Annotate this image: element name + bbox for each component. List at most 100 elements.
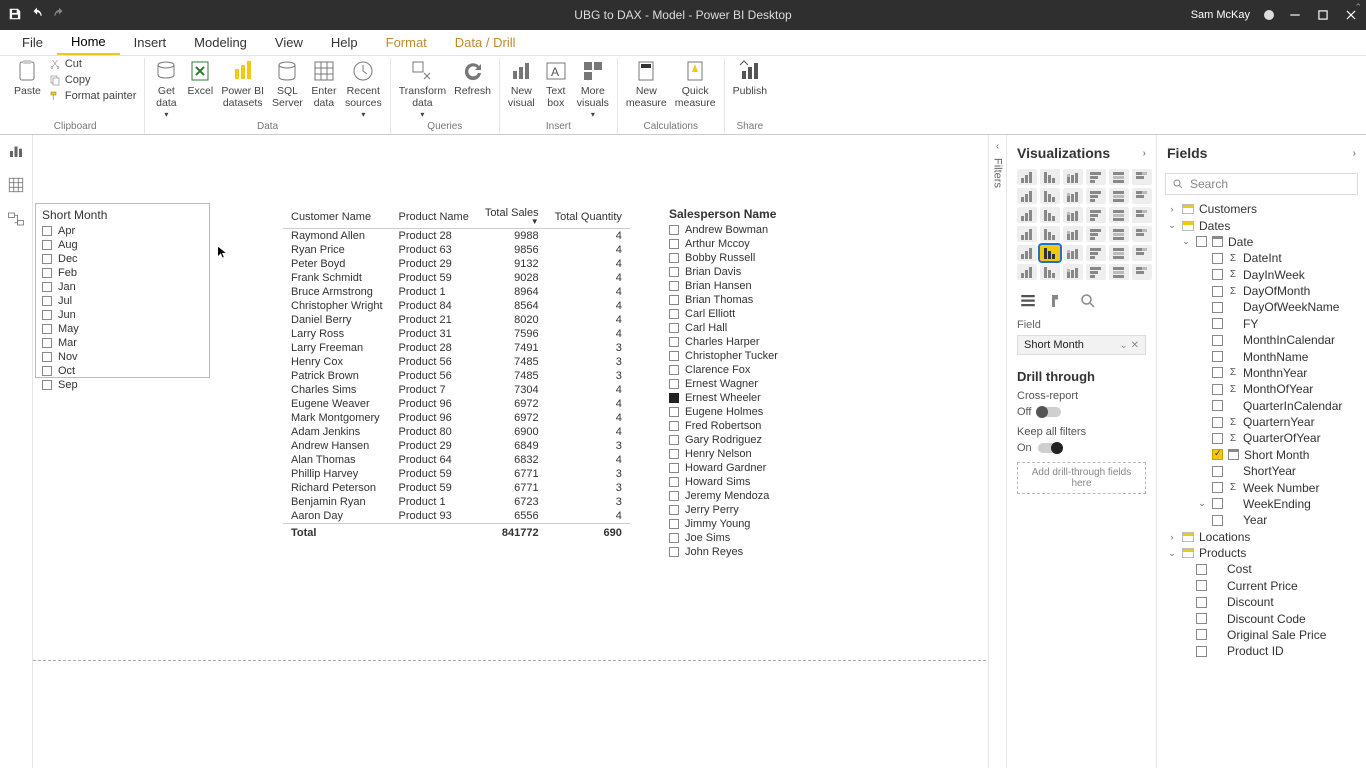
cross-report-toggle[interactable]: Off (1017, 406, 1146, 418)
field-column[interactable]: Cost (1163, 561, 1366, 577)
salesperson-option[interactable]: Ernest Wheeler (669, 391, 837, 405)
field-column[interactable]: ΣWeek Number (1163, 479, 1366, 495)
salesperson-option[interactable]: Joe Sims (669, 531, 837, 545)
salesperson-option[interactable]: Christopher Tucker (669, 349, 837, 363)
table-row[interactable]: Larry RossProduct 3175964 (283, 327, 630, 341)
collapse-ribbon-icon[interactable]: ⌃ (1354, 2, 1362, 13)
get-data-button[interactable]: Get data▾ (153, 58, 179, 120)
table-row[interactable]: Ryan PriceProduct 6398564 (283, 243, 630, 257)
salesperson-option[interactable]: Ernest Wagner (669, 377, 837, 391)
remove-field-icon[interactable]: ✕ (1131, 340, 1139, 351)
month-option[interactable]: Sep (42, 378, 203, 392)
viz-type-icon[interactable] (1040, 264, 1060, 280)
text-box-button[interactable]: AText box (543, 58, 569, 109)
paste-button[interactable]: Paste (14, 58, 41, 98)
field-table[interactable]: ⌄Dates (1163, 217, 1366, 233)
field-table[interactable]: ›Customers (1163, 201, 1366, 217)
field-column[interactable]: ΣMonthOfYear (1163, 381, 1366, 397)
enter-data-button[interactable]: Enter data (311, 58, 337, 109)
fields-tab-icon[interactable] (1019, 292, 1037, 313)
viz-type-icon[interactable] (1132, 207, 1152, 223)
salesperson-option[interactable]: Carl Hall (669, 321, 837, 335)
field-table[interactable]: ›Locations (1163, 529, 1366, 545)
month-option[interactable]: Jun (42, 308, 203, 322)
month-option[interactable]: Oct (42, 364, 203, 378)
salesperson-option[interactable]: Clarence Fox (669, 363, 837, 377)
table-row[interactable]: Adam JenkinsProduct 8069004 (283, 425, 630, 439)
viz-type-icon[interactable] (1063, 169, 1083, 185)
viz-type-icon[interactable] (1086, 264, 1106, 280)
chevron-right-icon[interactable]: › (1353, 148, 1356, 159)
cut-button[interactable]: Cut (49, 58, 137, 70)
field-column[interactable]: ΣDateInt (1163, 250, 1366, 266)
table-row[interactable]: Bruce ArmstrongProduct 189644 (283, 285, 630, 299)
avatar[interactable] (1264, 10, 1274, 20)
table-row[interactable]: Phillip HarveyProduct 5967713 (283, 467, 630, 481)
viz-type-icon[interactable] (1109, 188, 1129, 204)
format-tab-icon[interactable] (1049, 292, 1067, 313)
month-option[interactable]: Dec (42, 252, 203, 266)
field-column[interactable]: Current Price (1163, 578, 1366, 594)
table-row[interactable]: Peter BoydProduct 2991324 (283, 257, 630, 271)
salesperson-option[interactable]: Gary Rodriguez (669, 433, 837, 447)
viz-type-icon[interactable] (1063, 226, 1083, 242)
viz-type-icon[interactable] (1109, 207, 1129, 223)
model-view-icon[interactable] (6, 209, 26, 229)
more-visuals-button[interactable]: More visuals▾ (577, 58, 609, 120)
field-column[interactable]: ΣQuarternYear (1163, 414, 1366, 430)
tab-insert[interactable]: Insert (120, 30, 181, 55)
month-option[interactable]: Feb (42, 266, 203, 280)
minimize-icon[interactable] (1288, 8, 1302, 22)
salesperson-option[interactable]: Henry Nelson (669, 447, 837, 461)
viz-type-icon[interactable] (1132, 226, 1152, 242)
table-row[interactable]: Patrick BrownProduct 5674853 (283, 369, 630, 383)
viz-type-icon[interactable] (1086, 169, 1106, 185)
publish-button[interactable]: Publish (733, 58, 767, 98)
viz-type-icon[interactable] (1086, 188, 1106, 204)
field-well[interactable]: Short Month ⌄ ✕ (1017, 335, 1146, 355)
table-row[interactable]: Henry CoxProduct 5674853 (283, 355, 630, 369)
salesperson-option[interactable]: Charles Harper (669, 335, 837, 349)
field-column[interactable]: ΣDayOfMonth (1163, 283, 1366, 299)
table-row[interactable]: Frank SchmidtProduct 5990284 (283, 271, 630, 285)
viz-type-icon[interactable] (1040, 245, 1060, 261)
field-column[interactable]: Discount (1163, 594, 1366, 610)
sales-table[interactable]: Customer Name Product Name Total Sales▼ … (283, 205, 608, 540)
tab-modeling[interactable]: Modeling (180, 30, 261, 55)
col-sales[interactable]: Total Sales▼ (477, 205, 547, 229)
recent-sources-button[interactable]: Recent sources▾ (345, 58, 382, 120)
viz-type-icon[interactable] (1132, 188, 1152, 204)
field-column[interactable]: ⌄WeekEnding (1163, 496, 1366, 512)
save-icon[interactable] (8, 7, 22, 24)
month-option[interactable]: Aug (42, 238, 203, 252)
salesperson-option[interactable]: Jerry Perry (669, 503, 837, 517)
report-canvas[interactable]: Short Month AprAugDecFebJanJulJunMayMarN… (33, 135, 1006, 768)
col-qty[interactable]: Total Quantity (547, 205, 630, 229)
report-view-icon[interactable] (6, 141, 26, 161)
col-product[interactable]: Product Name (391, 205, 477, 229)
copy-button[interactable]: Copy (49, 74, 137, 86)
filters-rail[interactable]: ‹ Filters (988, 135, 1006, 768)
viz-type-icon[interactable] (1040, 169, 1060, 185)
field-column[interactable]: MonthInCalendar (1163, 332, 1366, 348)
month-slicer[interactable]: Short Month AprAugDecFebJanJulJunMayMarN… (35, 203, 210, 378)
field-column[interactable]: Discount Code (1163, 610, 1366, 626)
field-column[interactable]: FY (1163, 316, 1366, 332)
salesperson-option[interactable]: Eugene Holmes (669, 405, 837, 419)
field-column[interactable]: ShortYear (1163, 463, 1366, 479)
viz-type-icon[interactable] (1040, 207, 1060, 223)
chevron-right-icon[interactable]: › (1143, 148, 1146, 159)
field-column[interactable]: MonthName (1163, 348, 1366, 364)
field-column[interactable]: Year (1163, 512, 1366, 528)
viz-type-icon[interactable] (1017, 245, 1037, 261)
table-row[interactable]: Andrew HansenProduct 2968493 (283, 439, 630, 453)
salesperson-option[interactable]: John Reyes (669, 545, 837, 559)
viz-type-icon[interactable] (1040, 188, 1060, 204)
sql-server-button[interactable]: SQL Server (272, 58, 303, 109)
drill-drop-area[interactable]: Add drill-through fields here (1017, 462, 1146, 494)
table-row[interactable]: Larry FreemanProduct 2874913 (283, 341, 630, 355)
viz-type-icon[interactable] (1063, 264, 1083, 280)
viz-type-icon[interactable] (1086, 207, 1106, 223)
table-row[interactable]: Richard PetersonProduct 5967713 (283, 481, 630, 495)
tab-file[interactable]: File (8, 30, 57, 55)
